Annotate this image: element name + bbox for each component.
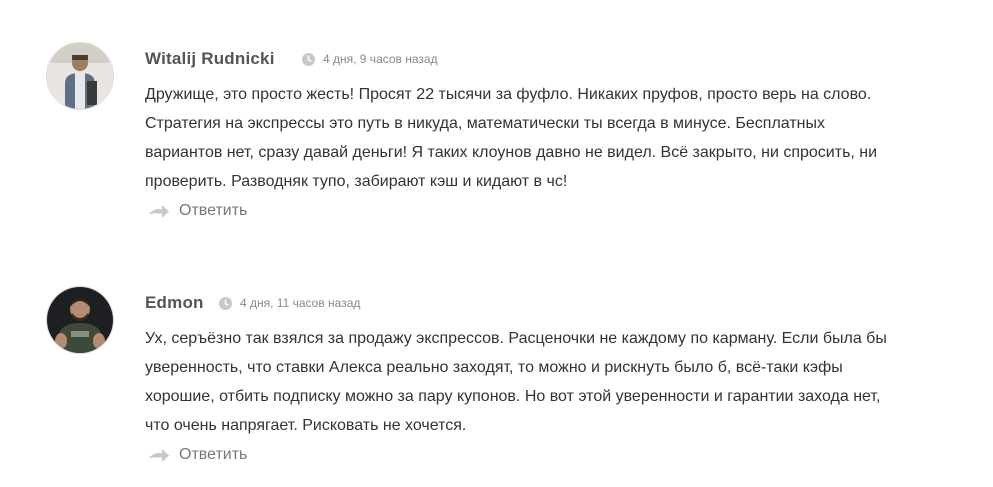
comment-line: хорошие, отбить подписку можно за пару к…	[145, 388, 881, 405]
avatar[interactable]	[46, 42, 114, 110]
avatar-photo	[47, 43, 113, 109]
comment-time[interactable]: 4 дня, 9 часов назад	[323, 52, 438, 66]
comment-text: Дружище, это просто жесть! Просят 22 тыс…	[145, 80, 975, 196]
comment-line: Стратегия на экспрессы это путь в никуда…	[145, 115, 826, 132]
comment-line: уверенность, что ставки Алекса реально з…	[145, 359, 843, 376]
avatar-photo	[47, 287, 113, 353]
reply-arrow-icon	[149, 449, 169, 462]
reply-label[interactable]: Ответить	[179, 202, 247, 220]
comment-meta[interactable]: 4 дня, 9 часов назад	[302, 52, 438, 66]
comment-text: Ух, серъёзно так взялся за продажу экспр…	[145, 324, 975, 440]
comment-time[interactable]: 4 дня, 11 часов назад	[240, 296, 360, 310]
comment-line: проверить. Разводняк тупо, забирают кэш …	[145, 173, 568, 190]
comment-author[interactable]: Edmon	[145, 293, 204, 313]
comment-author[interactable]: Witalij Rudnicki	[145, 49, 275, 69]
reply-button[interactable]: Ответить	[148, 202, 247, 220]
avatar[interactable]	[46, 286, 114, 354]
comment-line: что очень напрягает. Рисковать не хочетс…	[145, 417, 467, 434]
reply-button[interactable]: Ответить	[148, 446, 247, 464]
comment-line: Ух, серъёзно так взялся за продажу экспр…	[145, 330, 887, 347]
clock-icon	[219, 296, 232, 310]
comment-line: вариантов нет, сразу давай деньги! Я так…	[145, 144, 878, 161]
reply-arrow-icon	[149, 205, 169, 218]
comment-line: Дружище, это просто жесть! Просят 22 тыс…	[145, 86, 872, 103]
comment-meta[interactable]: 4 дня, 11 часов назад	[219, 296, 360, 310]
reply-label[interactable]: Ответить	[179, 446, 247, 464]
clock-icon	[302, 52, 315, 66]
